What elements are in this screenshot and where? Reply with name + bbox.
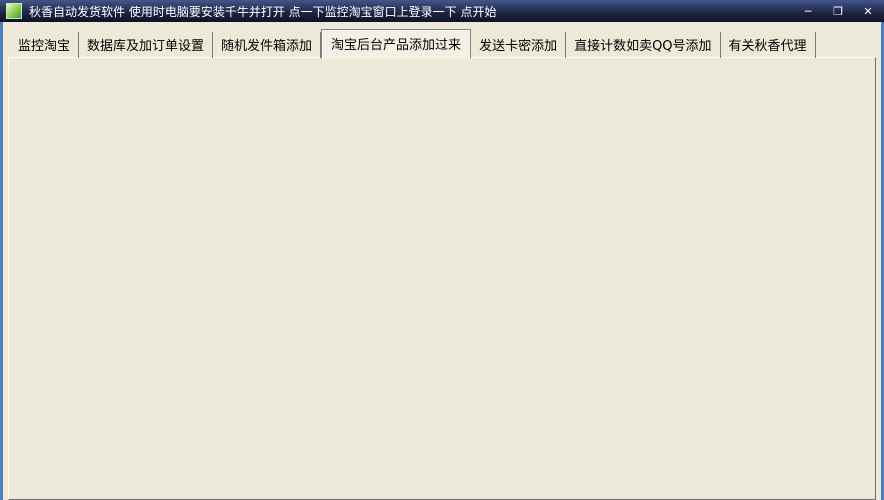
tab[interactable]: 随机发件箱添加 (213, 32, 322, 58)
maximize-button[interactable]: ❐ (828, 5, 848, 18)
tab-page (8, 57, 876, 500)
tab[interactable]: 淘宝后台产品添加过来 (321, 29, 472, 59)
window-title: 秋香自动发货软件 使用时电脑要安装千牛并打开 点一下监控淘宝窗口上登录一下 点开… (29, 4, 497, 19)
close-button[interactable]: ✕ (858, 5, 878, 18)
window-controls: ─ ❐ ✕ (798, 5, 878, 18)
window-border-left (0, 22, 3, 500)
tab-bar: 监控淘宝 数据库及加订单设置 随机发件箱添加 淘宝后台产品添加过来 发送卡密添加 直接计数… (10, 29, 816, 59)
minimize-button[interactable]: ─ (798, 5, 818, 18)
tab[interactable]: 数据库及加订单设置 (79, 32, 214, 58)
app-icon (6, 3, 22, 19)
tab[interactable]: 直接计数如卖QQ号添加 (566, 32, 721, 58)
tab[interactable]: 有关秋香代理 (721, 32, 816, 58)
tab[interactable]: 监控淘宝 (10, 32, 80, 58)
tab[interactable]: 发送卡密添加 (471, 32, 567, 58)
app-window: 秋香自动发货软件 使用时电脑要安装千牛并打开 点一下监控淘宝窗口上登录一下 点开… (0, 0, 884, 500)
titlebar: 秋香自动发货软件 使用时电脑要安装千牛并打开 点一下监控淘宝窗口上登录一下 点开… (0, 0, 884, 22)
